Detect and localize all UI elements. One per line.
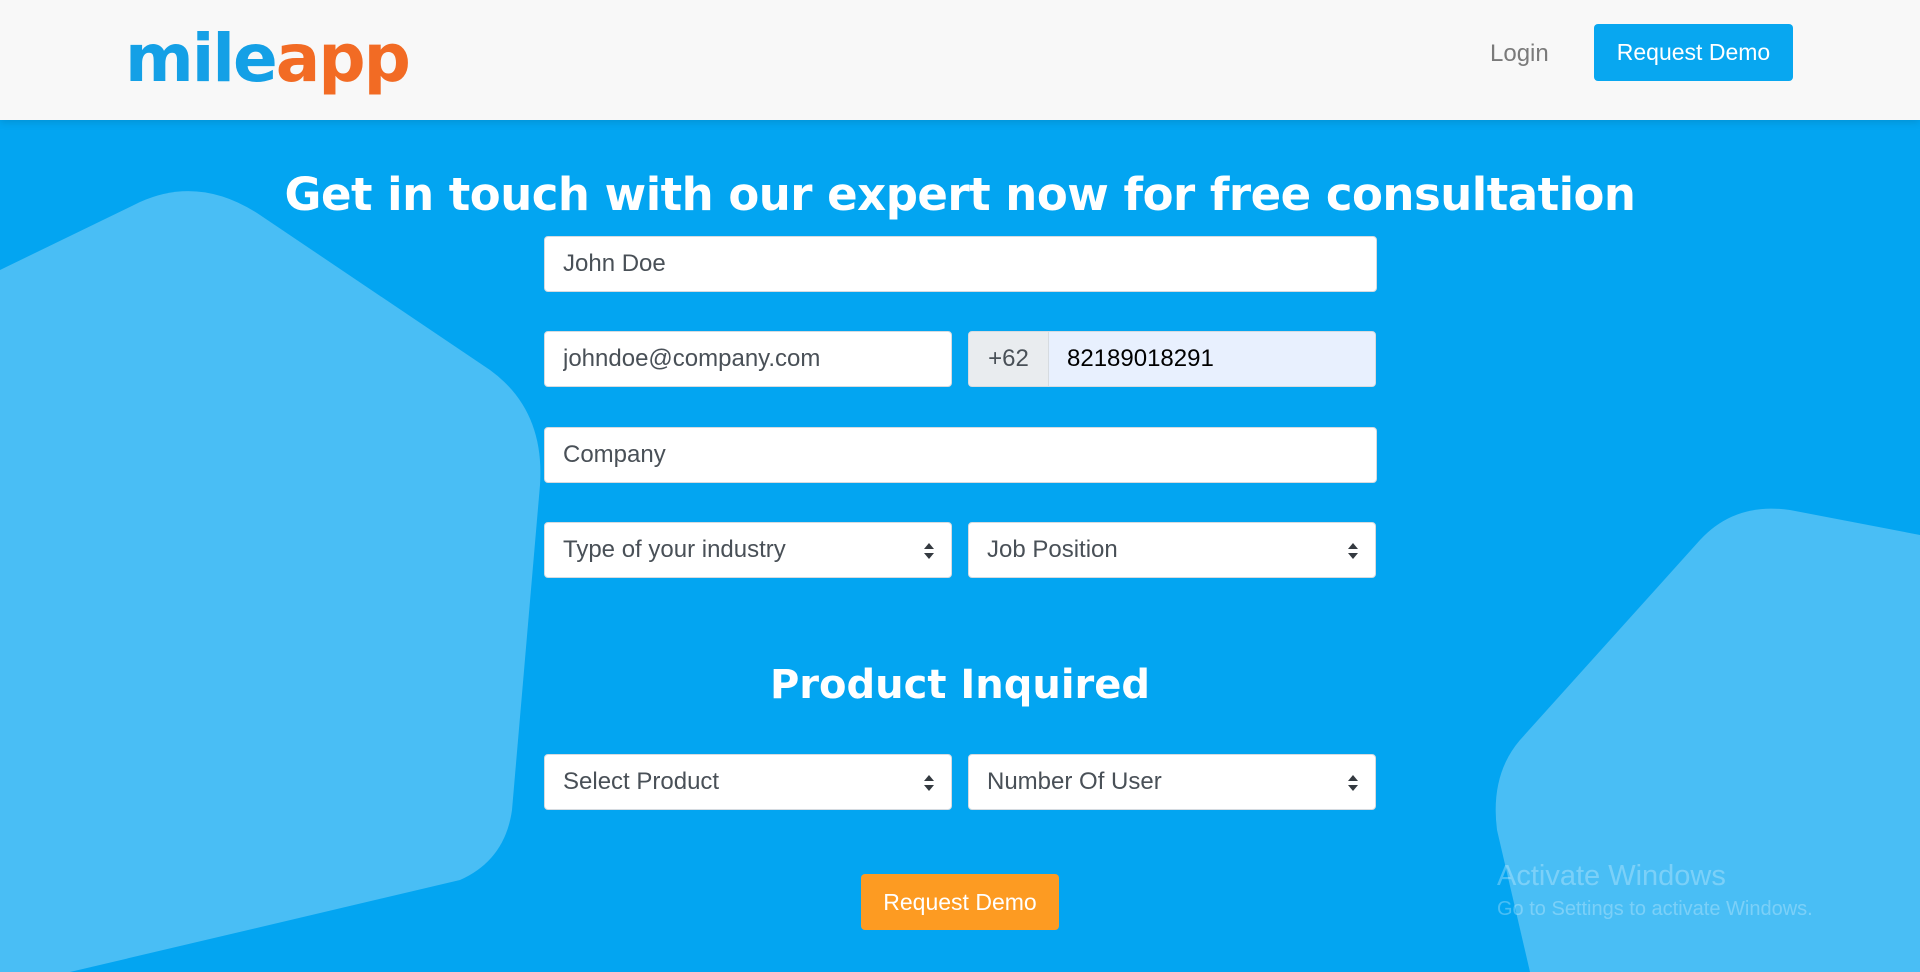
job-position-select[interactable]: Job Position bbox=[968, 522, 1376, 578]
left-hexagon-shape bbox=[0, 191, 541, 972]
name-input[interactable] bbox=[544, 236, 1377, 292]
industry-select-value: Type of your industry bbox=[563, 536, 786, 563]
product-select[interactable]: Select Product bbox=[544, 754, 952, 810]
watermark-title: Activate Windows bbox=[1497, 860, 1726, 892]
sort-icon bbox=[924, 775, 934, 791]
industry-select[interactable]: Type of your industry bbox=[544, 522, 952, 578]
logo-mile: mile bbox=[125, 20, 278, 97]
product-select-value: Select Product bbox=[563, 768, 720, 795]
sort-icon bbox=[1348, 543, 1358, 559]
logo-app: app bbox=[275, 20, 411, 97]
phone-input[interactable] bbox=[1049, 332, 1375, 386]
site-header: mileapp Login Request Demo bbox=[0, 0, 1920, 120]
page-headline: Get in touch with our expert now for fre… bbox=[284, 168, 1636, 221]
mileapp-logo[interactable]: mileapp bbox=[125, 14, 411, 104]
email-input[interactable] bbox=[544, 331, 952, 387]
number-of-user-select[interactable]: Number Of User bbox=[968, 754, 1376, 810]
phone-country-code: +62 bbox=[969, 332, 1049, 386]
submit-request-demo-button[interactable]: Request Demo bbox=[861, 874, 1059, 930]
sort-icon bbox=[1348, 775, 1358, 791]
sort-icon bbox=[924, 543, 934, 559]
login-link[interactable]: Login bbox=[1490, 34, 1549, 74]
activate-windows-watermark: Activate Windows Go to Settings to activ… bbox=[1497, 858, 1813, 924]
header-request-demo-button[interactable]: Request Demo bbox=[1594, 24, 1793, 81]
product-inquired-heading: Product Inquired bbox=[769, 662, 1151, 708]
number-of-user-select-value: Number Of User bbox=[987, 768, 1162, 795]
company-input[interactable] bbox=[544, 427, 1377, 483]
phone-field-group: +62 bbox=[968, 331, 1376, 387]
watermark-subtitle: Go to Settings to activate Windows. bbox=[1497, 898, 1813, 920]
job-position-select-value: Job Position bbox=[987, 536, 1118, 563]
